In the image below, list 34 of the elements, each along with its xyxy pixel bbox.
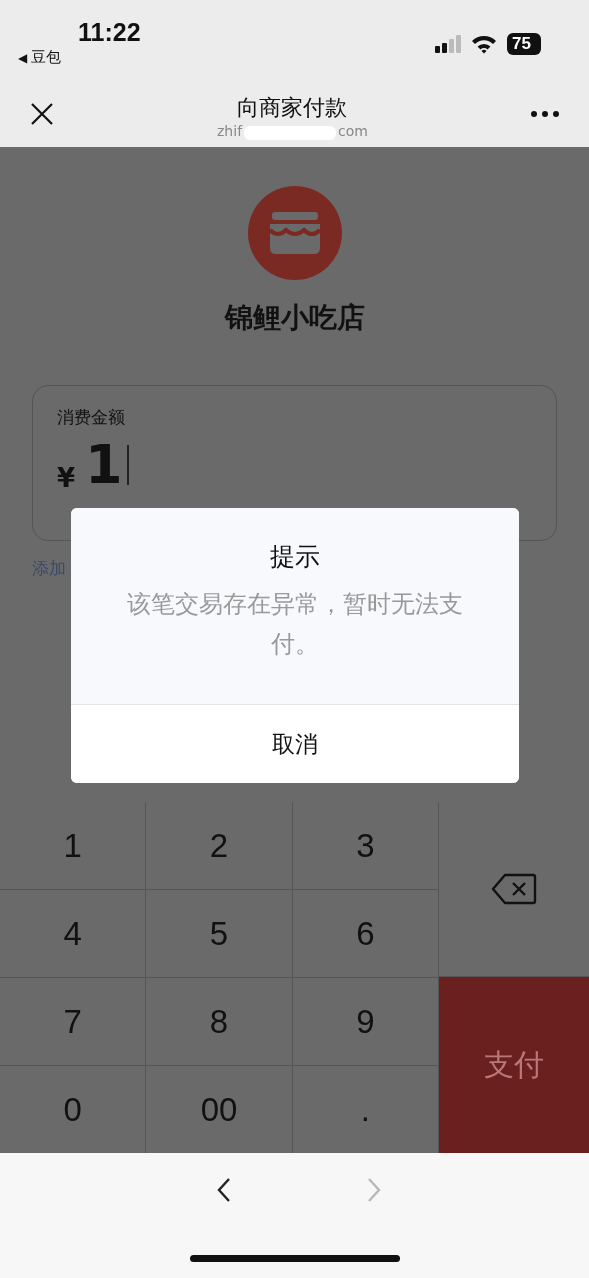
back-icon[interactable] [216,1177,231,1203]
back-app-link[interactable]: 豆包 [31,48,62,67]
keypad-key[interactable]: . [292,1066,438,1153]
keypad-key[interactable]: 3 [292,802,438,889]
merchant-name: 锦鲤小吃店 [224,300,365,336]
amount-value: 1 [85,437,123,493]
keypad-key[interactable]: 1 [0,802,146,889]
status-time: 11:22 [78,18,141,46]
keypad-key[interactable]: 9 [292,978,438,1065]
text-cursor [126,445,129,485]
back-app-arrow[interactable]: ◀ [18,50,28,65]
dialog-title: 提示 [270,541,320,573]
keypad-key[interactable]: 2 [146,802,292,889]
backspace-icon [491,873,537,905]
keypad-key[interactable]: 8 [146,978,292,1065]
keypad-key[interactable]: 6 [292,890,438,977]
keypad-key[interactable]: 0 [0,1066,146,1153]
keypad-key[interactable]: 00 [146,1066,292,1153]
keypad-key[interactable]: 7 [0,978,146,1065]
close-icon[interactable] [30,101,54,126]
more-icon[interactable] [531,110,559,117]
pay-button[interactable]: 支付 [439,977,589,1153]
wifi-icon [471,34,498,54]
keypad-key[interactable]: 4 [0,890,146,977]
dialog-message: 该笔交易存在异常，暂时无法支付。 [126,589,464,660]
page-title: 向商家付款 [237,93,348,122]
amount-label: 消费金额 [57,406,126,429]
signal-icon [435,35,462,53]
url-text: zhif [217,121,243,140]
shop-logo-icon [247,186,342,280]
url-text: com [338,121,368,140]
battery-indicator: 75 [507,33,541,55]
currency-symbol: ¥ [57,463,76,493]
keypad-key[interactable]: 5 [146,890,292,977]
